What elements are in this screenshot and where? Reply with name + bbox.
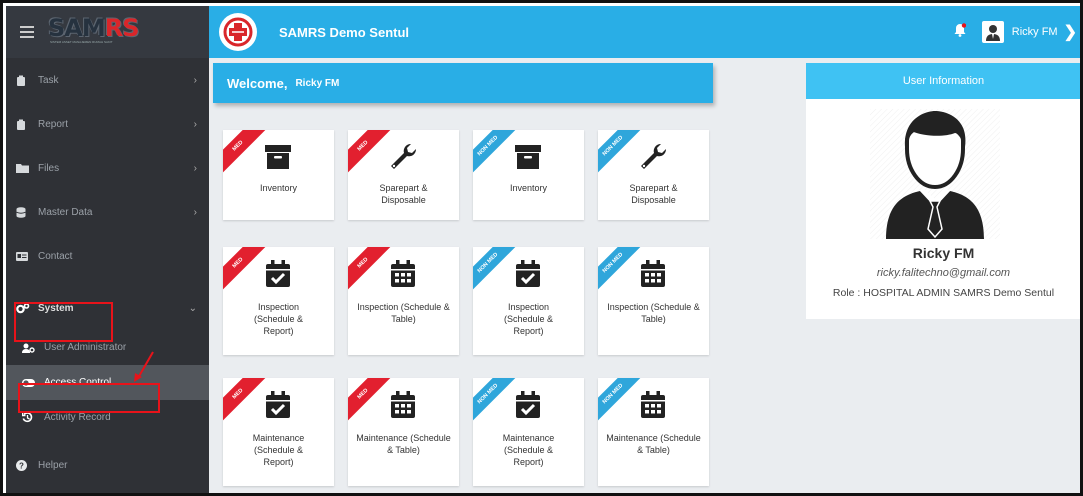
calendar-check-icon [263,390,293,420]
highlight-system [14,302,113,342]
module-tile-label: Inspection (Schedule & Report) [253,302,304,336]
sidebar-subitem-label: Activity Record [44,412,111,423]
module-tile[interactable]: NON MED Maintenance (Schedule & Table) [598,378,709,486]
welcome-name: Ricky FM [295,77,340,89]
module-tile-label: Maintenance (Schedule & Table) [356,433,451,455]
red-arrow-icon [134,351,154,382]
sidebar-item-label: Contact [38,250,73,262]
module-tile[interactable]: MED Inspection (Schedule & Report) [223,247,334,355]
chevron-right-icon: › [193,74,197,86]
calendar-table-icon [638,259,668,289]
history-icon [22,412,44,423]
clipboard-icon [16,119,38,130]
wrench-icon [638,142,668,172]
module-tile[interactable]: NON MED Maintenance (Schedule & Report) [473,378,584,486]
calendar-table-icon [638,390,668,420]
welcome-greeting: Welcome, [227,75,288,91]
sidebar-subitem-label: User Administrator [44,342,127,353]
user-info-name: Ricky FM [912,245,975,261]
svg-text:?: ? [19,461,24,470]
module-tile[interactable]: NON MED Sparepart & Disposable [598,130,709,220]
module-tile-label: Maintenance (Schedule & Report) [502,433,555,467]
logo-bar: SAMRS SISTEM ASSET MANAJEMEN RUMAH SAKIT [6,6,209,58]
archive-icon [263,142,293,172]
chevron-right-icon: › [193,162,197,174]
sidebar-item-label: Master Data [38,206,93,218]
sidebar-item-files[interactable]: Files › [6,146,209,190]
module-tile[interactable]: NON MED Inspection (Schedule & Table) [598,247,709,355]
module-tile-label: Inspection (Schedule & Table) [607,302,700,324]
module-tile-label: Sparepart & Disposable [379,183,428,205]
user-avatar[interactable] [981,21,1004,43]
hamburger-menu-icon[interactable] [20,23,34,41]
chevron-down-icon: ⌄ [188,302,197,314]
welcome-banner: Welcome, Ricky FM [213,63,713,103]
top-header: SAMRS Demo Sentul Ricky FM ❯ [209,6,1080,58]
module-tile[interactable]: NON MED Inventory [473,130,584,220]
chevron-right-icon: › [193,206,197,218]
user-info-email: ricky.falitechno@gmail.com [876,267,1011,279]
header-username[interactable]: Ricky FM [1012,26,1058,38]
chevron-right-icon[interactable]: ❯ [1064,22,1077,42]
module-tile-label: Inventory [259,183,298,193]
wrench-icon [388,142,418,172]
chevron-right-icon: › [193,118,197,130]
user-info-role: Role : HOSPITAL ADMIN SAMRS Demo Sentul [832,287,1055,299]
module-tile[interactable]: MED Maintenance (Schedule & Report) [223,378,334,486]
calendar-check-icon [513,390,543,420]
user-profile-avatar [870,109,1000,239]
question-circle-icon: ? [16,459,38,471]
module-tile-label: Sparepart & Disposable [629,183,678,205]
database-icon [16,206,38,218]
sidebar-item-contact[interactable]: Contact [6,234,209,278]
calendar-check-icon [263,259,293,289]
clipboard-icon [16,75,38,86]
module-tile-label: Inspection (Schedule & Table) [357,302,450,324]
module-tile-label: Inventory [509,183,548,193]
sidebar-item-helper[interactable]: ? Helper [6,443,209,487]
hospital-logo-icon[interactable] [219,13,257,51]
module-tile-label: Maintenance (Schedule & Report) [252,433,305,467]
samrs-logo[interactable]: SAMRS SISTEM ASSET MANAJEMEN RUMAH SAKIT [48,14,140,50]
users-cog-icon [22,343,44,353]
logo-subtitle: SISTEM ASSET MANAJEMEN RUMAH SAKIT [50,40,113,44]
logo-text-accent: RS [104,14,140,42]
module-tile-label: Inspection (Schedule & Report) [503,302,554,336]
module-tile[interactable]: NON MED Inspection (Schedule & Report) [473,247,584,355]
user-info-title: User Information [806,63,1080,99]
user-info-panel: User Information Ricky FM ricky.falitech… [806,63,1080,319]
hospital-name: SAMRS Demo Sentul [279,24,410,40]
sidebar-item-task[interactable]: Task › [6,58,209,102]
sidebar-item-label: Report [38,118,69,130]
logo-text-main: SAM [48,14,106,42]
sidebar-item-master-data[interactable]: Master Data › [6,190,209,234]
sidebar-item-label: Task [38,74,59,86]
sidebar-menu: Task › Report › Files › Master Data › Co… [6,58,209,487]
id-card-icon [16,251,38,261]
calendar-table-icon [388,390,418,420]
highlight-access-control [18,383,160,413]
archive-icon [513,142,543,172]
calendar-table-icon [388,259,418,289]
sidebar-item-label: Files [38,162,60,174]
folder-icon [16,163,38,173]
bell-icon[interactable] [954,22,966,42]
module-tile[interactable]: MED Sparepart & Disposable [348,130,459,220]
app-frame: SAMRS SISTEM ASSET MANAJEMEN RUMAH SAKIT… [0,0,1083,496]
sidebar-item-report[interactable]: Report › [6,102,209,146]
main-content: Welcome, Ricky FM MED Inventory MED Sparepa… [209,58,1080,493]
calendar-check-icon [513,259,543,289]
module-tile[interactable]: MED Inspection (Schedule & Table) [348,247,459,355]
sidebar: SAMRS SISTEM ASSET MANAJEMEN RUMAH SAKIT… [6,6,209,493]
module-tile[interactable]: MED Inventory [223,130,334,220]
module-tile-label: Maintenance (Schedule & Table) [606,433,701,455]
sidebar-item-label: Helper [38,459,68,471]
module-tile[interactable]: MED Maintenance (Schedule & Table) [348,378,459,486]
